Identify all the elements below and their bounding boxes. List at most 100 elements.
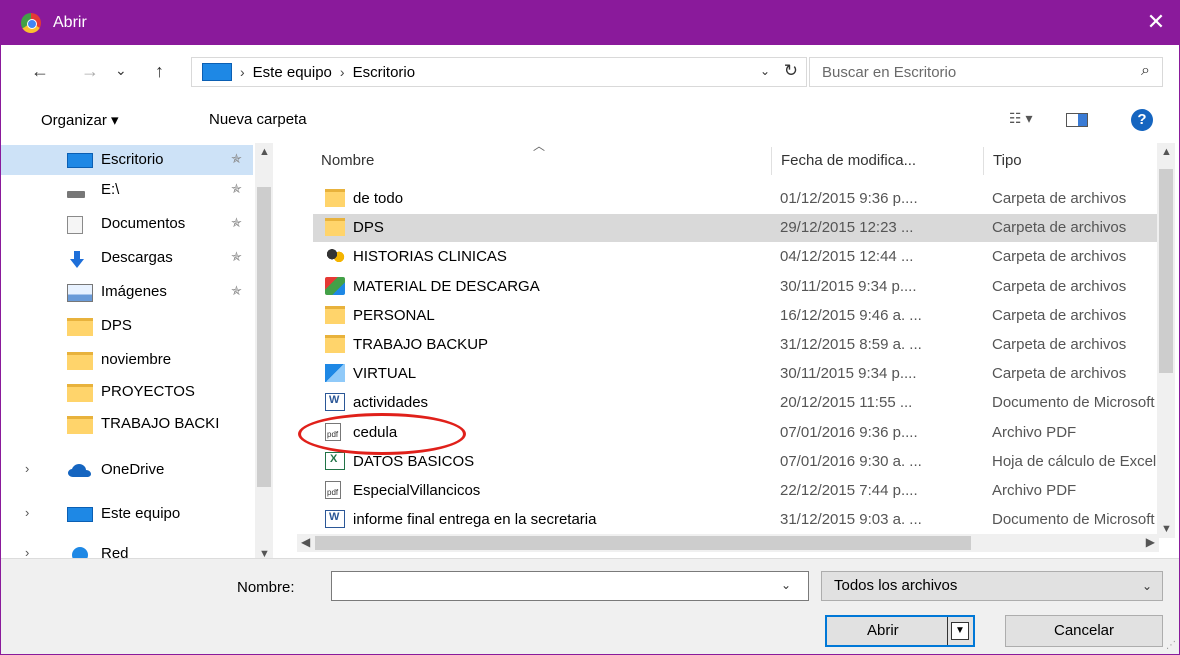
address-row: ← → ⌄ ↑ › Este equipo › Escritorio ⌄ ↻ B…	[1, 53, 1179, 91]
file-date: 30/11/2015 9:34 p....	[780, 278, 917, 295]
nav-item-label: E:\	[101, 181, 120, 198]
drive-icon	[67, 182, 93, 200]
folder-icon	[67, 352, 93, 370]
expand-chevron-icon[interactable]: ›	[25, 461, 29, 476]
breadcrumb-este-equipo[interactable]: Este equipo	[253, 64, 332, 81]
file-row[interactable]: PERSONAL 16/12/2015 9:46 a. ... Carpeta …	[313, 302, 1159, 330]
file-name: MATERIAL DE DESCARGA	[353, 278, 540, 295]
nav-item-este-equipo[interactable]: › Este equipo	[1, 499, 253, 529]
back-arrow-icon[interactable]: ←	[31, 61, 49, 82]
file-row[interactable]: cedula 07/01/2016 9:36 p.... Archivo PDF	[313, 419, 1159, 447]
pin-icon[interactable]: ✯	[231, 181, 242, 197]
preview-pane-icon[interactable]	[1066, 113, 1088, 127]
file-row[interactable]: EspecialVillancicos 22/12/2015 7:44 p...…	[313, 477, 1159, 505]
open-button[interactable]: Abrir ▼	[825, 615, 975, 647]
resize-grip-icon[interactable]: ⋰	[1166, 640, 1176, 651]
help-icon[interactable]: ?	[1131, 109, 1153, 131]
file-name: de todo	[353, 190, 404, 207]
window-title: Abrir	[53, 14, 87, 31]
address-bar[interactable]: › Este equipo › Escritorio ⌄ ↻	[191, 57, 807, 87]
download-icon	[67, 250, 85, 268]
nav-item-label: TRABAJO BACKI	[101, 415, 220, 432]
chevron-down-icon[interactable]: ⌄	[760, 64, 770, 78]
chevron-down-icon[interactable]: ⌄	[781, 578, 791, 592]
column-header-type[interactable]: Tipo	[993, 143, 1022, 177]
sort-caret-icon: ︿	[533, 143, 546, 153]
app-folder-icon	[325, 277, 345, 295]
file-list: ︿ Nombre Fecha de modifica... Tipo de to…	[297, 143, 1159, 538]
file-name-input[interactable]	[331, 571, 809, 601]
organize-button[interactable]: Organizar ▾	[41, 111, 119, 129]
file-row[interactable]: de todo 01/12/2015 9:36 p.... Carpeta de…	[313, 185, 1159, 213]
open-options-caret-icon[interactable]: ▼	[951, 622, 969, 640]
nav-item-imagenes[interactable]: Imágenes ✯	[1, 277, 253, 307]
search-icon[interactable]: ⌕	[1141, 62, 1150, 80]
file-row-selected[interactable]: DPS 29/12/2015 12:23 ... Carpeta de arch…	[313, 214, 1159, 242]
nav-item-descargas[interactable]: Descargas ✯	[1, 243, 253, 273]
search-input[interactable]: Buscar en Escritorio ⌕	[809, 57, 1163, 87]
file-name: VIRTUAL	[353, 365, 417, 382]
nav-item-noviembre[interactable]: noviembre	[1, 345, 253, 375]
file-date: 31/12/2015 9:03 a. ...	[780, 511, 922, 528]
file-row[interactable]: TRABAJO BACKUP 31/12/2015 8:59 a. ... Ca…	[313, 331, 1159, 359]
file-date: 22/12/2015 7:44 p....	[780, 482, 918, 499]
folder-icon	[325, 218, 345, 236]
file-type: Archivo PDF	[992, 482, 1077, 499]
scroll-down-icon[interactable]: ▼	[1161, 523, 1172, 535]
forward-arrow-icon[interactable]: →	[81, 61, 99, 82]
file-row[interactable]: VIRTUAL 30/11/2015 9:34 p.... Carpeta de…	[313, 360, 1159, 388]
nav-item-proyectos[interactable]: PROYECTOS	[1, 377, 253, 407]
new-folder-button[interactable]: Nueva carpeta	[209, 111, 307, 128]
up-arrow-icon[interactable]: ↑	[155, 61, 164, 82]
file-type: Carpeta de archivos	[992, 248, 1127, 265]
pin-icon[interactable]: ✯	[231, 151, 242, 167]
file-row[interactable]: HISTORIAS CLINICAS 04/12/2015 12:44 ... …	[313, 243, 1159, 271]
column-divider[interactable]	[983, 147, 984, 175]
scroll-thumb[interactable]	[1159, 169, 1173, 373]
scroll-right-icon[interactable]: ▶	[1146, 535, 1155, 549]
nav-item-dps[interactable]: DPS	[1, 311, 253, 341]
title-bar[interactable]: Abrir ✕	[1, 1, 1179, 45]
file-row[interactable]: MATERIAL DE DESCARGA 30/11/2015 9:34 p..…	[313, 273, 1159, 301]
column-divider[interactable]	[771, 147, 772, 175]
close-button[interactable]: ✕	[1141, 7, 1171, 37]
file-date: 30/11/2015 9:34 p....	[780, 365, 917, 382]
file-type-filter-value: Todos los archivos	[834, 577, 958, 594]
nav-item-escritorio[interactable]: Escritorio ✯	[1, 145, 253, 175]
view-options-icon[interactable]: ☷ ▾	[1009, 110, 1032, 127]
file-date: 01/12/2015 9:36 p....	[780, 190, 918, 207]
expand-chevron-icon[interactable]: ›	[25, 505, 29, 520]
refresh-icon[interactable]: ↻	[784, 61, 798, 81]
nav-scrollbar[interactable]: ▲ ▼	[255, 143, 273, 563]
file-list-horizontal-scrollbar[interactable]: ◀ ▶	[297, 534, 1159, 552]
scroll-up-icon[interactable]: ▲	[259, 146, 270, 158]
pin-icon[interactable]: ✯	[231, 249, 242, 265]
file-row[interactable]: DATOS BASICOS 07/01/2016 9:30 a. ... Hoj…	[313, 448, 1159, 476]
scroll-thumb[interactable]	[315, 536, 971, 550]
scroll-thumb[interactable]	[257, 187, 271, 487]
column-header-name[interactable]: Nombre	[321, 143, 374, 177]
open-button-label: Abrir	[867, 622, 899, 639]
pin-icon[interactable]: ✯	[231, 215, 242, 231]
breadcrumb-escritorio[interactable]: Escritorio	[353, 64, 416, 81]
scroll-up-icon[interactable]: ▲	[1161, 146, 1172, 158]
nav-item-onedrive[interactable]: › OneDrive	[1, 455, 253, 485]
file-type-filter-select[interactable]: Todos los archivos ⌄	[821, 571, 1163, 601]
cancel-button[interactable]: Cancelar	[1005, 615, 1163, 647]
column-header-date[interactable]: Fecha de modifica...	[781, 143, 916, 177]
nav-item-documentos[interactable]: Documentos ✯	[1, 209, 253, 239]
file-row[interactable]: actividades 20/12/2015 11:55 ... Documen…	[313, 389, 1159, 417]
nav-item-drive-e[interactable]: E:\ ✯	[1, 175, 253, 205]
recent-locations-icon[interactable]: ⌄	[115, 62, 127, 79]
breadcrumb-separator: ›	[240, 64, 245, 80]
pin-icon[interactable]: ✯	[231, 283, 242, 299]
file-name: actividades	[353, 394, 429, 411]
scroll-left-icon[interactable]: ◀	[301, 535, 310, 549]
pdf-icon	[325, 423, 341, 441]
file-row[interactable]: informe final entrega en la secretaria 3…	[313, 506, 1159, 534]
file-type: Carpeta de archivos	[992, 278, 1127, 295]
people-folder-icon	[325, 247, 345, 265]
nav-item-trabajo-backup[interactable]: TRABAJO BACKI	[1, 409, 253, 439]
file-list-vertical-scrollbar[interactable]: ▲ ▼	[1157, 143, 1175, 538]
file-date: 07/01/2016 9:30 a. ...	[780, 453, 922, 470]
